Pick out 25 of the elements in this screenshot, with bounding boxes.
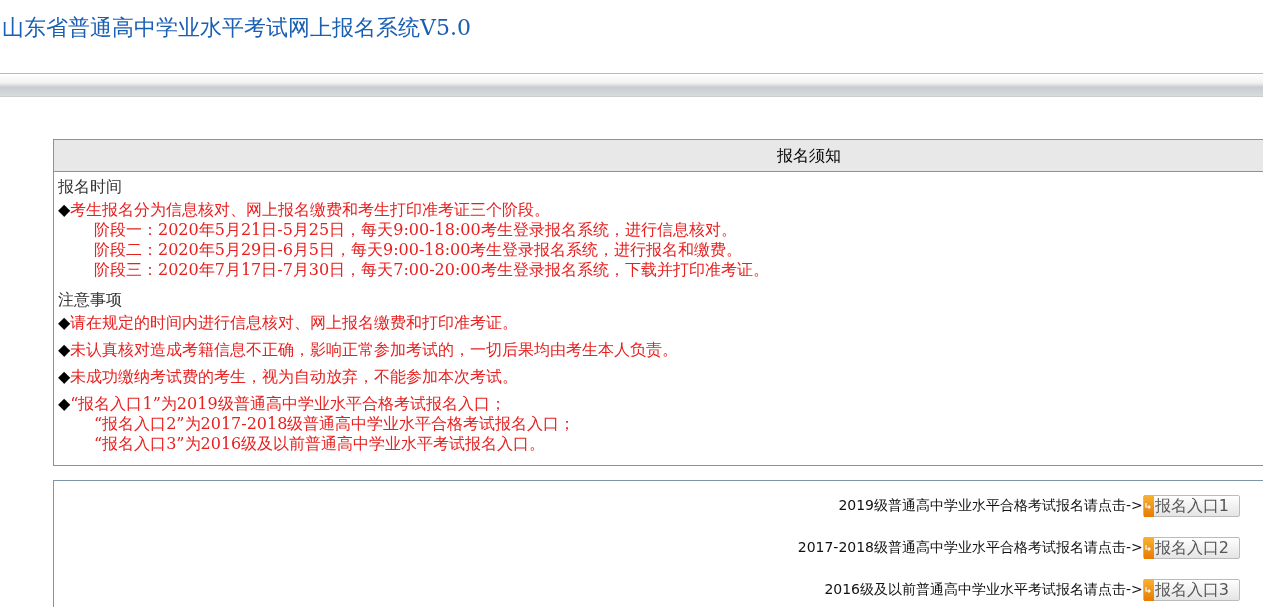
notice-text: 阶段一：2020年5月21日-5月25日，每天9:00-18:00考生登录报名系统，进行信息核对。: [93, 220, 738, 240]
notice-text: “报名入口3”为2016级及以前普通高中学业水平考试报名入口。: [93, 434, 547, 454]
notice-text: 请在规定的时间内进行信息核对、网上报名缴费和打印准考证。: [70, 313, 519, 333]
site-title: 山东省普通高中学业水平考试网上报名系统V5.0: [1, 14, 472, 42]
bullet-icon: ◆: [58, 394, 71, 414]
bullet-icon: ◆: [58, 367, 71, 387]
notice-text: 阶段二：2020年5月29日-6月5日，每天9:00-18:00考生登录报名系统，进行报名和缴费。: [93, 240, 744, 260]
notice-text: 未认真核对造成考籍信息不正确，影响正常参加考试的，一切后果均由考生本人负责。: [70, 340, 679, 360]
bullet-icon: ◆: [58, 200, 71, 220]
notice-text: 未成功缴纳考试费的考生，视为自动放弃，不能参加本次考试。: [70, 367, 519, 387]
notice-text: 阶段三：2020年7月17日-7月30日，每天7:00-20:00考生登录报名系统，下载并打印准考证。: [93, 260, 770, 280]
entry-label: 2016级及以前普通高中学业水平考试报名请点击->: [824, 581, 1143, 599]
section-heading: 注意事项: [58, 289, 123, 311]
notice-text: 考生报名分为信息核对、网上报名缴费和考生打印准考证三个阶段。: [70, 200, 551, 220]
notice-text: “报名入口1”为2019级普通高中学业水平合格考试报名入口；: [70, 394, 506, 414]
entry-button[interactable]: 报名入口3: [1142, 579, 1240, 601]
notice-heading: 报名须知: [54, 140, 1263, 172]
section-heading: 报名时间: [58, 176, 123, 198]
bullet-icon: ◆: [58, 340, 71, 360]
notice-text: “报名入口2”为2017-2018级普通高中学业水平合格考试报名入口；: [93, 414, 577, 434]
entry-button[interactable]: 报名入口1: [1142, 495, 1240, 517]
entry-label: 2019级普通高中学业水平合格考试报名请点击->: [838, 497, 1143, 515]
bullet-icon: ◆: [58, 313, 71, 333]
entry-button[interactable]: 报名入口2: [1142, 537, 1240, 559]
entry-label: 2017-2018级普通高中学业水平合格考试报名请点击->: [797, 539, 1143, 557]
